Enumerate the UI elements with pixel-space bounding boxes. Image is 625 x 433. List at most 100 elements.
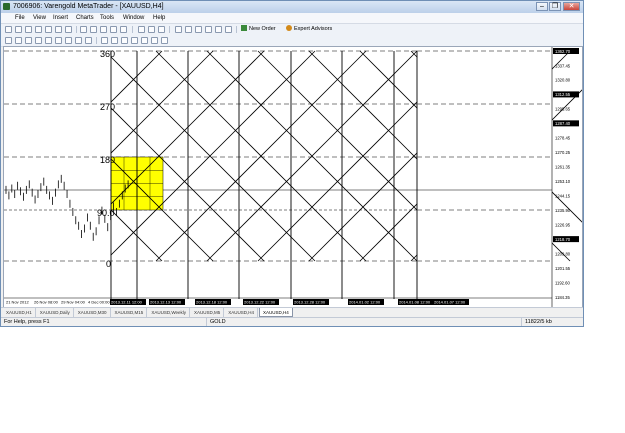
period-h4-icon[interactable] [151,37,158,44]
chart-mask [4,47,111,298]
indicators-icon[interactable] [225,26,232,33]
status-profile: GOLD [206,318,226,326]
gann-icon[interactable] [90,26,97,33]
new-order-icon [241,25,247,31]
horizontal-line-icon[interactable] [35,37,42,44]
title-bar[interactable]: 7006906: Varengold MetaTrader - [XAUUSD,… [1,1,583,13]
navigator-icon[interactable] [45,26,52,33]
toolbar-separator [76,26,77,33]
price-tick-label: 1337.45 [555,63,571,68]
expert-advisors-label: Expert Advisors [294,26,333,32]
period-m1-icon[interactable] [101,37,108,44]
price-tick-label: 1209.80 [555,251,571,256]
price-tick-label: 1278.45 [555,136,571,141]
chart-mask [417,47,552,298]
autoscroll-icon[interactable] [205,26,212,33]
price-tick-label: 1226.95 [555,222,571,227]
expert-advisors-icon [286,25,292,31]
time-tick-label: 29 Nov 04:00 [61,300,86,305]
price-tick-label: 1201.55 [555,266,571,271]
text-label-icon[interactable] [75,37,82,44]
price-tick-label: 1362.70 [555,49,571,54]
gann-angle-label: 360 [100,49,115,59]
chart-tab[interactable]: XAUUSD,H1 [3,308,36,317]
crosshair-icon[interactable] [15,37,22,44]
app-icon [3,3,10,10]
menu-tools[interactable]: Tools [100,14,114,22]
gann-angle-label: 0 [106,259,111,269]
tester-icon[interactable] [65,26,72,33]
time-tick-label: 4 Dec 00:00 [88,300,110,305]
period-m30-icon[interactable] [131,37,138,44]
arrow-icon[interactable] [120,26,127,33]
new-chart-icon[interactable] [5,26,12,33]
time-tick-label: 2014.01.07 12:00 [434,300,466,305]
price-tick-label: 1312.55 [555,92,571,97]
status-help: For Help, press F1 [4,319,50,325]
line-chart-icon[interactable] [158,26,165,33]
period-m5-icon[interactable] [111,37,118,44]
close-button[interactable]: ✕ [563,2,580,11]
chart-window[interactable]: XAUUSD,H4 1262.05 1268.27 1254.80 1266.8… [3,46,583,308]
chart-tab[interactable]: XAUUSD,M15 [112,308,148,317]
chart-tab[interactable]: XAUUSD,H4 [225,308,259,317]
vertical-line-icon[interactable] [25,37,32,44]
new-order-button[interactable]: New Order [241,25,276,34]
price-tick-label: 1192.60 [555,280,570,285]
market-watch-icon[interactable] [25,26,32,33]
restore-button[interactable]: ❐ [549,2,561,11]
chart-tab[interactable]: XAUUSD,Daily [37,308,74,317]
menu-window[interactable]: Window [123,14,144,22]
time-tick-label: 2014.01.02 12:00 [349,300,381,305]
trendline-icon[interactable] [45,37,52,44]
chart-shift-icon[interactable] [215,26,222,33]
channel-icon[interactable] [55,37,62,44]
price-tick-label: 1253.10 [555,179,571,184]
menu-view[interactable]: View [33,14,46,22]
tile-windows-icon[interactable] [195,26,202,33]
chart-tab[interactable]: XAUUSD,M30 [75,308,111,317]
toolbar-separator [169,26,170,33]
chart-tab[interactable]: XAUUSD,M5 [191,308,225,317]
chart-canvas[interactable]: XAUUSD,H4 1262.05 1268.27 1254.80 1266.8… [4,47,582,307]
data-window-icon[interactable] [35,26,42,33]
price-tick-label: 1320.80 [555,78,571,83]
period-h1-icon[interactable] [141,37,148,44]
status-traffic: 11822/5 kb [521,318,552,326]
bar-chart-icon[interactable] [138,26,145,33]
metatrader-window: 7006906: Varengold MetaTrader - [XAUUSD,… [0,0,584,327]
fibo-icon[interactable] [100,26,107,33]
cursor-icon[interactable] [5,37,12,44]
expert-advisors-button[interactable]: Expert Advisors [286,25,332,34]
candle-chart-icon[interactable] [148,26,155,33]
menu-bar: File View Insert Charts Tools Window Hel… [1,13,583,24]
menu-help[interactable]: Help [153,14,165,22]
price-tick-label: 1218.70 [555,237,571,242]
time-tick-label: 2013.12.22 12:00 [244,300,276,305]
chart-tab[interactable]: XAUUSD,H4 [259,308,293,317]
chart-tab-bar: XAUUSD,H1 XAUUSD,Daily XAUUSD,M30 XAUUSD,M1… [1,307,583,317]
period-m15-icon[interactable] [121,37,128,44]
fibonacci-icon[interactable] [65,37,72,44]
lines-icon[interactable] [80,26,87,33]
menu-file[interactable]: File [15,14,25,22]
new-order-label: New Order [249,26,276,32]
menu-insert[interactable]: Insert [53,14,68,22]
toolbar-separator [96,37,97,44]
gann-angle-label: 270 [100,102,115,112]
period-d1-icon[interactable] [161,37,168,44]
status-bar: For Help, press F1 GOLD 11822/5 kb [1,317,583,326]
text-icon[interactable] [110,26,117,33]
chart-tab[interactable]: XAUUSD,Weekly [148,308,190,317]
price-tick-label: 1244.15 [555,194,571,199]
menu-charts[interactable]: Charts [76,14,94,22]
zoom-out-icon[interactable] [185,26,192,33]
window-title: 7006906: Varengold MetaTrader - [XAUUSD,… [13,3,164,10]
arrows-icon[interactable] [85,37,92,44]
profiles-icon[interactable] [15,26,22,33]
toolbar-separator [236,26,237,33]
minimize-button[interactable]: – [536,2,548,11]
terminal-icon[interactable] [55,26,62,33]
zoom-in-icon[interactable] [175,26,182,33]
price-tick-label: 1287.40 [555,121,571,126]
